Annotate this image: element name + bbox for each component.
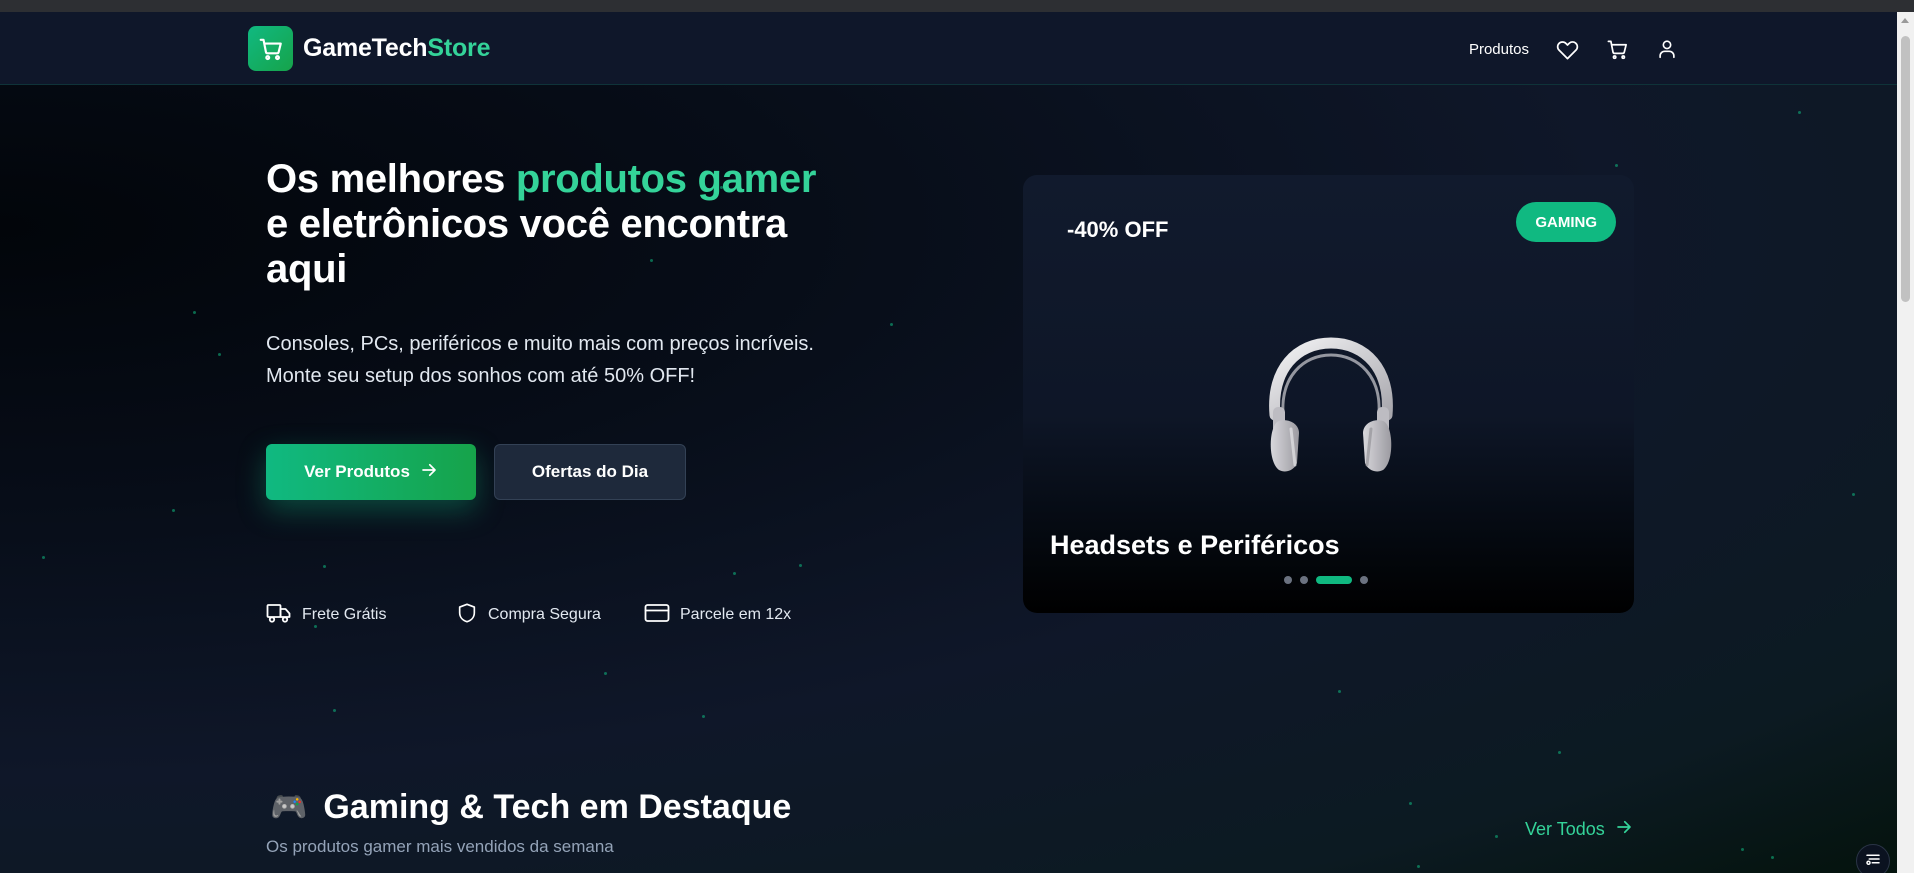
view-products-label: Ver Produtos [304, 462, 410, 481]
page-viewport: GameTechStore Produtos Os melhores produ… [0, 12, 1897, 873]
see-all-link[interactable]: Ver Todos [1525, 818, 1633, 841]
nav-products-link[interactable]: Produtos [1469, 41, 1529, 58]
daily-deals-button[interactable]: Ofertas do Dia [494, 444, 686, 500]
hero-desc-line2: Monte seu setup dos sonhos com até 50% O… [266, 365, 696, 387]
main-nav: Produtos [1469, 34, 1679, 64]
feature-installments: Parcele em 12x [644, 603, 791, 628]
section-title-text: Gaming & Tech em Destaque [323, 788, 792, 826]
gamepad-icon: 🎮 [270, 791, 308, 824]
view-products-button[interactable]: Ver Produtos [266, 444, 476, 500]
hero-title-highlight: produtos gamer [515, 157, 817, 201]
hero-desc-line1: Consoles, PCs, periféricos e muito mais … [266, 333, 814, 355]
scroll-up-arrow-icon[interactable] [1901, 18, 1909, 23]
hero-description: Consoles, PCs, periféricos e muito mais … [266, 328, 886, 392]
page-scrollbar[interactable] [1897, 12, 1914, 873]
hero-title-part1: Os melhores [266, 157, 516, 201]
site-header: GameTechStore Produtos [0, 12, 1897, 85]
brand-name: GameTechStore [303, 34, 490, 63]
arrow-right-icon [420, 461, 438, 484]
brand-name-part2: Store [427, 34, 491, 62]
brand-logo[interactable]: GameTechStore [248, 26, 490, 71]
feature-free-shipping: Frete Grátis [266, 602, 456, 629]
hero-title: Os melhores produtos gamer e eletrônicos… [266, 157, 826, 292]
daily-deals-label: Ofertas do Dia [531, 462, 649, 481]
feature-label: Parcele em 12x [680, 606, 792, 623]
carousel-indicator-3[interactable] [1316, 576, 1352, 584]
category-badge: GAMING [1516, 202, 1616, 242]
carousel-indicators [1284, 576, 1368, 584]
browser-topbar [0, 0, 1914, 12]
arrow-right-icon [1615, 818, 1633, 841]
heart-icon[interactable] [1555, 37, 1579, 61]
feature-secure-purchase: Compra Segura [456, 601, 644, 630]
feature-label: Compra Segura [488, 606, 601, 623]
feature-label: Frete Grátis [302, 606, 387, 623]
credit-card-icon [644, 603, 670, 628]
discount-label: -40% OFF [1067, 217, 1169, 242]
cart-icon[interactable] [1605, 37, 1629, 61]
section-title: 🎮 Gaming & Tech em Destaque [270, 788, 791, 827]
hero-carousel[interactable]: -40% OFF GAMING Headsets e Periféricos [1023, 175, 1634, 613]
see-all-label: Ver Todos [1525, 819, 1605, 839]
user-icon[interactable] [1655, 37, 1679, 61]
cart-icon [248, 26, 293, 71]
filter-icon [1864, 850, 1882, 873]
carousel-indicator-2[interactable] [1300, 576, 1308, 584]
shield-icon [456, 601, 478, 630]
hero-title-part2: e eletrônicos você encontra aqui [266, 202, 787, 291]
truck-icon [266, 602, 292, 629]
feature-list: Frete Grátis Compra Segura Parcele em 12… [266, 602, 791, 628]
carousel-indicator-1[interactable] [1284, 576, 1292, 584]
carousel-indicator-4[interactable] [1360, 576, 1368, 584]
floating-filter-button[interactable] [1856, 844, 1890, 873]
carousel-slide-title: Headsets e Periféricos [1050, 530, 1340, 560]
brand-name-part1: GameTech [303, 34, 428, 62]
section-subtitle: Os produtos gamer mais vendidos da seman… [266, 837, 614, 856]
scrollbar-thumb[interactable] [1901, 36, 1910, 302]
headphones-icon [1269, 337, 1393, 472]
